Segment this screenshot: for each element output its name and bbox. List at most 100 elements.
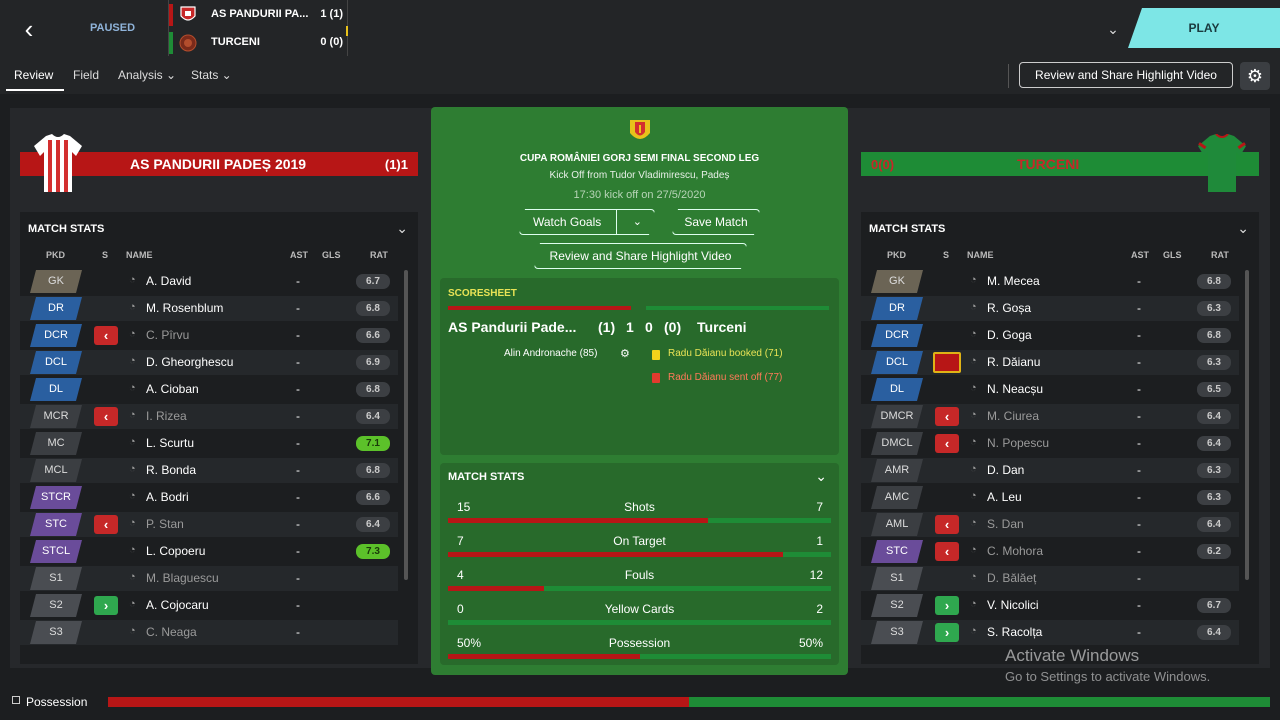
scrollbar[interactable] bbox=[404, 270, 408, 580]
player-name[interactable]: L. Copoeru bbox=[146, 544, 205, 558]
player-name[interactable]: R. Goșa bbox=[987, 301, 1031, 315]
player-name[interactable]: C. Pîrvu bbox=[146, 328, 189, 342]
player-name[interactable]: N. Popescu bbox=[987, 436, 1049, 450]
player-profile-icon[interactable]: ◔ bbox=[129, 436, 136, 448]
player-profile-icon[interactable]: ◔ bbox=[129, 544, 136, 556]
save-match-button[interactable]: Save Match bbox=[672, 209, 760, 235]
player-row[interactable]: MCR ‹ ◔ I. Rizea - 6.4 bbox=[20, 404, 398, 429]
player-row[interactable]: GK ◔ A. David - 6.7 bbox=[20, 269, 398, 294]
player-profile-icon[interactable]: ◔ bbox=[129, 571, 136, 583]
player-name[interactable]: D. Goga bbox=[987, 328, 1032, 342]
player-profile-icon[interactable]: ◔ bbox=[970, 598, 977, 610]
player-row[interactable]: STC ‹ ◔ P. Stan - 6.4 bbox=[20, 512, 398, 537]
player-name[interactable]: L. Scurtu bbox=[146, 436, 194, 450]
review-highlight-video-button[interactable]: Review and Share Highlight Video bbox=[534, 243, 747, 269]
col-rat[interactable]: RAT bbox=[1211, 250, 1229, 260]
player-row[interactable]: DL ◔ N. Neacșu - 6.5 bbox=[861, 377, 1239, 402]
player-profile-icon[interactable]: ◔ bbox=[970, 571, 977, 583]
player-row[interactable]: MC ◔ L. Scurtu - 7.1 bbox=[20, 431, 398, 456]
player-name[interactable]: N. Neacșu bbox=[987, 382, 1043, 396]
player-name[interactable]: M. Blaguescu bbox=[146, 571, 219, 585]
player-name[interactable]: A. Leu bbox=[987, 490, 1022, 504]
player-profile-icon[interactable]: ◔ bbox=[129, 409, 136, 421]
player-row[interactable]: S1 ◔ M. Blaguescu - bbox=[20, 566, 398, 591]
player-profile-icon[interactable]: ◔ bbox=[970, 436, 977, 448]
player-row[interactable]: DR ◔ R. Goșa - 6.3 bbox=[861, 296, 1239, 321]
player-row[interactable]: DMCL ‹ ◔ N. Popescu - 6.4 bbox=[861, 431, 1239, 456]
chevron-down-icon[interactable]: ⌄ bbox=[633, 210, 642, 234]
player-profile-icon[interactable]: ◔ bbox=[129, 598, 136, 610]
player-name[interactable]: C. Mohora bbox=[987, 544, 1043, 558]
player-name[interactable]: D. Gheorghescu bbox=[146, 355, 233, 369]
player-name[interactable]: V. Nicolici bbox=[987, 598, 1039, 612]
play-button[interactable]: PLAY bbox=[1128, 8, 1280, 48]
player-name[interactable]: M. Rosenblum bbox=[146, 301, 223, 315]
player-row[interactable]: S2 › ◔ A. Cojocaru - bbox=[20, 593, 398, 618]
player-name[interactable]: D. Bălăeț bbox=[987, 571, 1036, 585]
player-row[interactable]: DCR ◔ D. Goga - 6.8 bbox=[861, 323, 1239, 348]
player-profile-icon[interactable]: ◔ bbox=[129, 463, 136, 475]
tab-analysis[interactable]: Analysis ⌄ bbox=[118, 68, 176, 82]
player-profile-icon[interactable]: ◔ bbox=[970, 382, 977, 394]
player-profile-icon[interactable]: ◔ bbox=[129, 274, 136, 286]
player-name[interactable]: A. Cojocaru bbox=[146, 598, 209, 612]
player-name[interactable]: A. Bodri bbox=[146, 490, 189, 504]
player-row[interactable]: DCL ◔ R. Dăianu - 6.3 bbox=[861, 350, 1239, 375]
col-ast[interactable]: AST bbox=[290, 250, 308, 260]
player-profile-icon[interactable]: ◔ bbox=[970, 301, 977, 313]
player-row[interactable]: DCL ◔ D. Gheorghescu - 6.9 bbox=[20, 350, 398, 375]
player-name[interactable]: A. Cioban bbox=[146, 382, 199, 396]
scrollbar[interactable] bbox=[1245, 270, 1249, 580]
player-row[interactable]: DCR ‹ ◔ C. Pîrvu - 6.6 bbox=[20, 323, 398, 348]
player-profile-icon[interactable]: ◔ bbox=[970, 463, 977, 475]
player-row[interactable]: DL ◔ A. Cioban - 6.8 bbox=[20, 377, 398, 402]
col-rat[interactable]: RAT bbox=[370, 250, 388, 260]
player-row[interactable]: STCL ◔ L. Copoeru - 7.3 bbox=[20, 539, 398, 564]
col-name[interactable]: NAME bbox=[967, 250, 994, 260]
player-row[interactable]: GK ◔ M. Mecea - 6.8 bbox=[861, 269, 1239, 294]
player-name[interactable]: P. Stan bbox=[146, 517, 184, 531]
tab-review[interactable]: Review bbox=[14, 68, 53, 82]
player-row[interactable]: DR ◔ M. Rosenblum - 6.8 bbox=[20, 296, 398, 321]
player-row[interactable]: AMC ◔ A. Leu - 6.3 bbox=[861, 485, 1239, 510]
player-name[interactable]: A. David bbox=[146, 274, 191, 288]
tab-field[interactable]: Field bbox=[73, 68, 99, 82]
tab-stats[interactable]: Stats ⌄ bbox=[191, 68, 232, 82]
col-name[interactable]: NAME bbox=[126, 250, 153, 260]
player-profile-icon[interactable]: ◔ bbox=[970, 625, 977, 637]
player-profile-icon[interactable]: ◔ bbox=[129, 382, 136, 394]
player-row[interactable]: MCL ◔ R. Bonda - 6.8 bbox=[20, 458, 398, 483]
watch-goals-button[interactable]: Watch Goals ⌄ bbox=[519, 209, 655, 235]
player-profile-icon[interactable]: ◔ bbox=[970, 409, 977, 421]
chevron-down-icon[interactable]: ⌄ bbox=[1237, 220, 1249, 237]
player-name[interactable]: R. Dăianu bbox=[987, 355, 1040, 369]
player-row[interactable]: AML ‹ ◔ S. Dan - 6.4 bbox=[861, 512, 1239, 537]
player-profile-icon[interactable]: ◔ bbox=[970, 328, 977, 340]
player-row[interactable]: S1 ◔ D. Bălăeț - bbox=[861, 566, 1239, 591]
player-row[interactable]: STCR ◔ A. Bodri - 6.6 bbox=[20, 485, 398, 510]
player-row[interactable]: S3 › ◔ S. Racolța - 6.4 bbox=[861, 620, 1239, 645]
expand-icon[interactable] bbox=[12, 696, 20, 704]
player-row[interactable]: DMCR ‹ ◔ M. Ciurea - 6.4 bbox=[861, 404, 1239, 429]
col-ast[interactable]: AST bbox=[1131, 250, 1149, 260]
player-name[interactable]: M. Ciurea bbox=[987, 409, 1039, 423]
player-profile-icon[interactable]: ◔ bbox=[970, 355, 977, 367]
player-name[interactable]: I. Rizea bbox=[146, 409, 187, 423]
player-row[interactable]: S2 › ◔ V. Nicolici - 6.7 bbox=[861, 593, 1239, 618]
gear-icon[interactable]: ⚙ bbox=[1240, 62, 1270, 90]
col-gls[interactable]: GLS bbox=[1163, 250, 1182, 260]
player-row[interactable]: AMR ◔ D. Dan - 6.3 bbox=[861, 458, 1239, 483]
col-gls[interactable]: GLS bbox=[322, 250, 341, 260]
player-profile-icon[interactable]: ◔ bbox=[129, 328, 136, 340]
player-name[interactable]: D. Dan bbox=[987, 463, 1024, 477]
player-name[interactable]: S. Racolța bbox=[987, 625, 1042, 639]
player-profile-icon[interactable]: ◔ bbox=[129, 355, 136, 367]
player-row[interactable]: S3 ◔ C. Neaga - bbox=[20, 620, 398, 645]
player-profile-icon[interactable]: ◔ bbox=[129, 490, 136, 502]
chevron-down-icon[interactable]: ⌄ bbox=[1098, 14, 1128, 44]
player-profile-icon[interactable]: ◔ bbox=[129, 301, 136, 313]
chevron-down-icon[interactable]: ⌄ bbox=[396, 220, 408, 237]
back-arrow-icon[interactable]: ‹ bbox=[14, 14, 44, 44]
chevron-down-icon[interactable]: ⌄ bbox=[815, 468, 827, 485]
player-name[interactable]: S. Dan bbox=[987, 517, 1024, 531]
